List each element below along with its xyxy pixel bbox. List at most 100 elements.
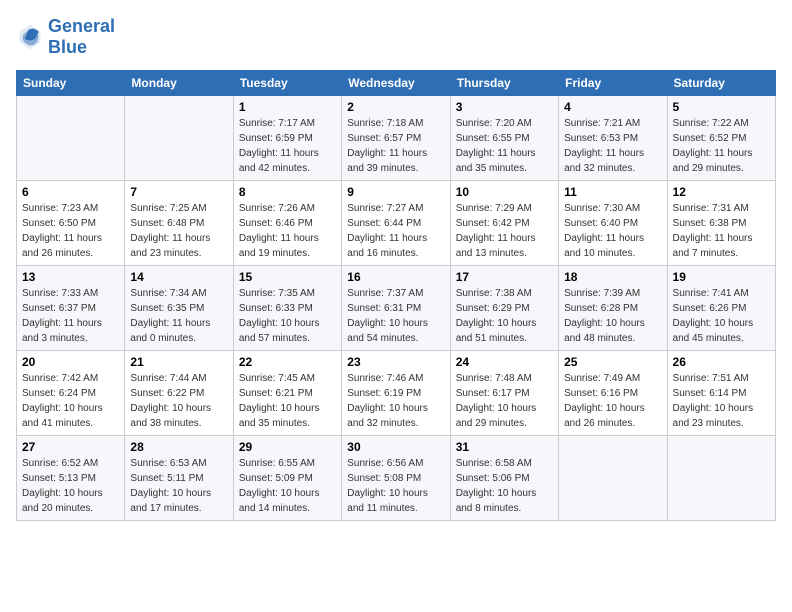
weekday-header: Thursday — [450, 71, 558, 96]
calendar-cell: 7 Sunrise: 7:25 AMSunset: 6:48 PMDayligh… — [125, 181, 233, 266]
day-number: 26 — [673, 355, 770, 369]
calendar-cell — [17, 96, 125, 181]
day-number: 13 — [22, 270, 119, 284]
day-info: Sunrise: 7:51 AMSunset: 6:14 PMDaylight:… — [673, 371, 770, 431]
day-info: Sunrise: 7:46 AMSunset: 6:19 PMDaylight:… — [347, 371, 444, 431]
day-number: 21 — [130, 355, 227, 369]
calendar-cell: 23 Sunrise: 7:46 AMSunset: 6:19 PMDaylig… — [342, 351, 450, 436]
day-number: 9 — [347, 185, 444, 199]
calendar-cell: 11 Sunrise: 7:30 AMSunset: 6:40 PMDaylig… — [559, 181, 667, 266]
calendar-cell: 25 Sunrise: 7:49 AMSunset: 6:16 PMDaylig… — [559, 351, 667, 436]
calendar-cell: 22 Sunrise: 7:45 AMSunset: 6:21 PMDaylig… — [233, 351, 341, 436]
day-info: Sunrise: 7:45 AMSunset: 6:21 PMDaylight:… — [239, 371, 336, 431]
day-number: 23 — [347, 355, 444, 369]
day-info: Sunrise: 6:58 AMSunset: 5:06 PMDaylight:… — [456, 456, 553, 516]
calendar-week-row: 6 Sunrise: 7:23 AMSunset: 6:50 PMDayligh… — [17, 181, 776, 266]
calendar-week-row: 1 Sunrise: 7:17 AMSunset: 6:59 PMDayligh… — [17, 96, 776, 181]
day-info: Sunrise: 7:41 AMSunset: 6:26 PMDaylight:… — [673, 286, 770, 346]
calendar-cell: 24 Sunrise: 7:48 AMSunset: 6:17 PMDaylig… — [450, 351, 558, 436]
day-info: Sunrise: 7:49 AMSunset: 6:16 PMDaylight:… — [564, 371, 661, 431]
calendar-header: SundayMondayTuesdayWednesdayThursdayFrid… — [17, 71, 776, 96]
day-number: 18 — [564, 270, 661, 284]
calendar-cell: 8 Sunrise: 7:26 AMSunset: 6:46 PMDayligh… — [233, 181, 341, 266]
day-number: 6 — [22, 185, 119, 199]
day-info: Sunrise: 7:21 AMSunset: 6:53 PMDaylight:… — [564, 116, 661, 176]
day-number: 7 — [130, 185, 227, 199]
day-number: 25 — [564, 355, 661, 369]
logo: General Blue — [16, 16, 115, 58]
day-number: 12 — [673, 185, 770, 199]
calendar-cell: 2 Sunrise: 7:18 AMSunset: 6:57 PMDayligh… — [342, 96, 450, 181]
day-info: Sunrise: 7:20 AMSunset: 6:55 PMDaylight:… — [456, 116, 553, 176]
page-header: General Blue — [16, 16, 776, 58]
calendar-cell: 21 Sunrise: 7:44 AMSunset: 6:22 PMDaylig… — [125, 351, 233, 436]
day-info: Sunrise: 7:35 AMSunset: 6:33 PMDaylight:… — [239, 286, 336, 346]
calendar-cell: 14 Sunrise: 7:34 AMSunset: 6:35 PMDaylig… — [125, 266, 233, 351]
day-info: Sunrise: 7:25 AMSunset: 6:48 PMDaylight:… — [130, 201, 227, 261]
day-number: 16 — [347, 270, 444, 284]
day-info: Sunrise: 7:38 AMSunset: 6:29 PMDaylight:… — [456, 286, 553, 346]
day-info: Sunrise: 6:56 AMSunset: 5:08 PMDaylight:… — [347, 456, 444, 516]
day-info: Sunrise: 7:48 AMSunset: 6:17 PMDaylight:… — [456, 371, 553, 431]
day-info: Sunrise: 7:44 AMSunset: 6:22 PMDaylight:… — [130, 371, 227, 431]
day-info: Sunrise: 7:18 AMSunset: 6:57 PMDaylight:… — [347, 116, 444, 176]
calendar-week-row: 20 Sunrise: 7:42 AMSunset: 6:24 PMDaylig… — [17, 351, 776, 436]
day-info: Sunrise: 7:23 AMSunset: 6:50 PMDaylight:… — [22, 201, 119, 261]
day-number: 11 — [564, 185, 661, 199]
day-number: 19 — [673, 270, 770, 284]
calendar-cell: 31 Sunrise: 6:58 AMSunset: 5:06 PMDaylig… — [450, 436, 558, 521]
calendar-cell: 9 Sunrise: 7:27 AMSunset: 6:44 PMDayligh… — [342, 181, 450, 266]
calendar-week-row: 13 Sunrise: 7:33 AMSunset: 6:37 PMDaylig… — [17, 266, 776, 351]
day-info: Sunrise: 6:55 AMSunset: 5:09 PMDaylight:… — [239, 456, 336, 516]
calendar-cell: 5 Sunrise: 7:22 AMSunset: 6:52 PMDayligh… — [667, 96, 775, 181]
day-number: 28 — [130, 440, 227, 454]
day-info: Sunrise: 6:52 AMSunset: 5:13 PMDaylight:… — [22, 456, 119, 516]
calendar-cell: 17 Sunrise: 7:38 AMSunset: 6:29 PMDaylig… — [450, 266, 558, 351]
day-number: 22 — [239, 355, 336, 369]
calendar-cell: 18 Sunrise: 7:39 AMSunset: 6:28 PMDaylig… — [559, 266, 667, 351]
calendar-cell — [667, 436, 775, 521]
day-info: Sunrise: 7:42 AMSunset: 6:24 PMDaylight:… — [22, 371, 119, 431]
logo-text: General Blue — [48, 16, 115, 58]
day-info: Sunrise: 7:26 AMSunset: 6:46 PMDaylight:… — [239, 201, 336, 261]
day-number: 31 — [456, 440, 553, 454]
day-info: Sunrise: 7:22 AMSunset: 6:52 PMDaylight:… — [673, 116, 770, 176]
day-number: 17 — [456, 270, 553, 284]
weekday-header: Saturday — [667, 71, 775, 96]
day-number: 3 — [456, 100, 553, 114]
day-number: 29 — [239, 440, 336, 454]
day-number: 1 — [239, 100, 336, 114]
calendar-cell: 13 Sunrise: 7:33 AMSunset: 6:37 PMDaylig… — [17, 266, 125, 351]
calendar-cell — [559, 436, 667, 521]
day-info: Sunrise: 7:33 AMSunset: 6:37 PMDaylight:… — [22, 286, 119, 346]
day-number: 8 — [239, 185, 336, 199]
day-info: Sunrise: 7:29 AMSunset: 6:42 PMDaylight:… — [456, 201, 553, 261]
day-number: 27 — [22, 440, 119, 454]
calendar-week-row: 27 Sunrise: 6:52 AMSunset: 5:13 PMDaylig… — [17, 436, 776, 521]
logo-icon — [16, 23, 44, 51]
day-number: 15 — [239, 270, 336, 284]
calendar-table: SundayMondayTuesdayWednesdayThursdayFrid… — [16, 70, 776, 521]
day-number: 24 — [456, 355, 553, 369]
calendar-cell: 19 Sunrise: 7:41 AMSunset: 6:26 PMDaylig… — [667, 266, 775, 351]
calendar-cell — [125, 96, 233, 181]
calendar-cell: 28 Sunrise: 6:53 AMSunset: 5:11 PMDaylig… — [125, 436, 233, 521]
calendar-cell: 6 Sunrise: 7:23 AMSunset: 6:50 PMDayligh… — [17, 181, 125, 266]
calendar-cell: 10 Sunrise: 7:29 AMSunset: 6:42 PMDaylig… — [450, 181, 558, 266]
weekday-header: Tuesday — [233, 71, 341, 96]
day-number: 10 — [456, 185, 553, 199]
calendar-cell: 16 Sunrise: 7:37 AMSunset: 6:31 PMDaylig… — [342, 266, 450, 351]
weekday-header: Friday — [559, 71, 667, 96]
day-info: Sunrise: 7:27 AMSunset: 6:44 PMDaylight:… — [347, 201, 444, 261]
calendar-cell: 3 Sunrise: 7:20 AMSunset: 6:55 PMDayligh… — [450, 96, 558, 181]
day-info: Sunrise: 7:31 AMSunset: 6:38 PMDaylight:… — [673, 201, 770, 261]
calendar-cell: 29 Sunrise: 6:55 AMSunset: 5:09 PMDaylig… — [233, 436, 341, 521]
day-info: Sunrise: 7:17 AMSunset: 6:59 PMDaylight:… — [239, 116, 336, 176]
weekday-header: Wednesday — [342, 71, 450, 96]
calendar-cell: 12 Sunrise: 7:31 AMSunset: 6:38 PMDaylig… — [667, 181, 775, 266]
day-info: Sunrise: 7:37 AMSunset: 6:31 PMDaylight:… — [347, 286, 444, 346]
calendar-cell: 4 Sunrise: 7:21 AMSunset: 6:53 PMDayligh… — [559, 96, 667, 181]
day-info: Sunrise: 7:39 AMSunset: 6:28 PMDaylight:… — [564, 286, 661, 346]
day-number: 14 — [130, 270, 227, 284]
calendar-cell: 1 Sunrise: 7:17 AMSunset: 6:59 PMDayligh… — [233, 96, 341, 181]
